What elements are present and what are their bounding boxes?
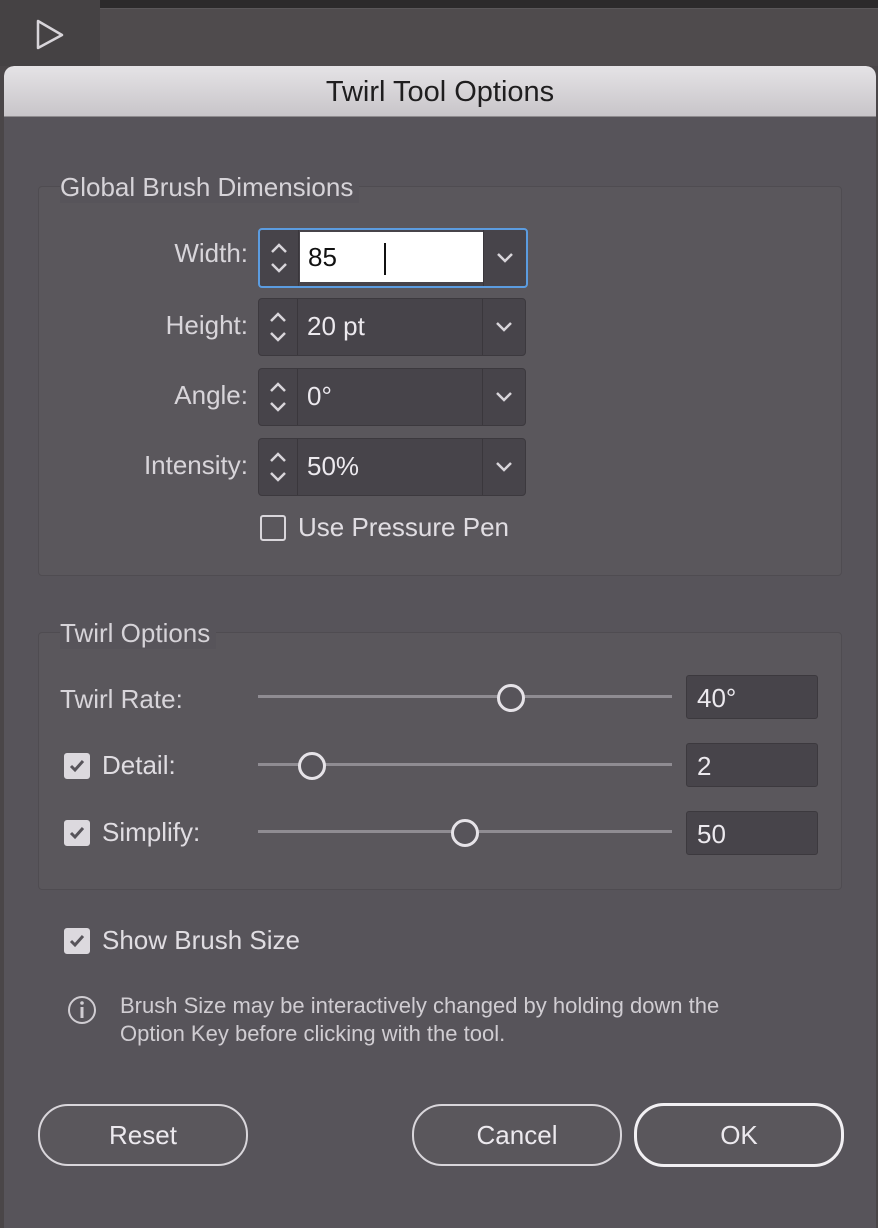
- stepper-icon: [271, 243, 287, 273]
- dialog-titlebar[interactable]: Twirl Tool Options: [4, 66, 876, 117]
- height-combo[interactable]: 20 pt: [258, 298, 526, 356]
- info-line-2: Option Key before clicking with the tool…: [120, 1021, 506, 1046]
- stepper-icon: [270, 312, 286, 342]
- height-stepper[interactable]: [259, 299, 298, 355]
- intensity-dropdown[interactable]: [482, 439, 525, 495]
- chevron-down-icon: [496, 392, 512, 402]
- simplify-checkbox[interactable]: [64, 820, 90, 846]
- angle-value[interactable]: 0°: [307, 381, 332, 412]
- tools-panel: [0, 0, 101, 66]
- twirl-rate-input[interactable]: 40°: [686, 675, 818, 719]
- twirl-rate-value: 40°: [697, 683, 737, 713]
- width-combo[interactable]: 85: [258, 228, 528, 288]
- width-stepper[interactable]: [260, 230, 299, 286]
- use-pressure-pen-checkbox[interactable]: [260, 515, 286, 541]
- chevron-down-icon: [496, 322, 512, 332]
- intensity-label: Intensity:: [143, 450, 248, 480]
- info-icon: [68, 996, 96, 1024]
- detail-slider-knob[interactable]: [297, 752, 326, 780]
- reset-button[interactable]: Reset: [38, 1104, 248, 1166]
- checkmark-icon: [69, 827, 85, 840]
- chevron-down-icon: [496, 462, 512, 472]
- angle-label: Angle:: [174, 380, 248, 410]
- global-brush-dimensions-title: Global Brush Dimensions: [60, 172, 360, 203]
- ok-button[interactable]: OK: [634, 1103, 844, 1167]
- stepper-icon: [270, 452, 286, 482]
- width-label: Width:: [174, 238, 248, 268]
- cancel-button[interactable]: Cancel: [412, 1104, 622, 1166]
- height-label: Height:: [165, 310, 248, 340]
- intensity-value[interactable]: 50%: [307, 451, 359, 482]
- dialog-title: Twirl Tool Options: [325, 76, 555, 108]
- show-brush-size-label[interactable]: Show Brush Size: [102, 925, 300, 956]
- checkmark-icon: [69, 935, 85, 948]
- text-caret: [384, 243, 386, 275]
- twirl-rate-slider-knob[interactable]: [496, 684, 525, 712]
- intensity-stepper[interactable]: [259, 439, 298, 495]
- simplify-label[interactable]: Simplify:: [102, 817, 200, 848]
- angle-stepper[interactable]: [259, 369, 298, 425]
- show-brush-size-checkbox[interactable]: [64, 928, 90, 954]
- twirl-rate-label: Twirl Rate:: [60, 684, 183, 714]
- simplify-slider-knob[interactable]: [451, 819, 479, 847]
- height-value[interactable]: 20 pt: [307, 311, 365, 342]
- detail-input[interactable]: 2: [686, 743, 818, 787]
- app-top-edge: [100, 0, 878, 9]
- detail-label[interactable]: Detail:: [102, 750, 176, 781]
- checkmark-icon: [69, 760, 85, 773]
- app-control-bar: [100, 9, 878, 66]
- width-dropdown[interactable]: [483, 230, 526, 286]
- use-pressure-pen-label[interactable]: Use Pressure Pen: [298, 512, 509, 543]
- twirl-rate-slider-track[interactable]: [258, 695, 672, 698]
- angle-dropdown[interactable]: [482, 369, 525, 425]
- simplify-input[interactable]: 50: [686, 811, 818, 855]
- simplify-value: 50: [697, 819, 726, 849]
- stepper-icon: [270, 382, 286, 412]
- detail-value: 2: [697, 751, 712, 781]
- info-line-1: Brush Size may be interactively changed …: [120, 993, 720, 1018]
- intensity-combo[interactable]: 50%: [258, 438, 526, 496]
- twirl-options-title: Twirl Options: [60, 618, 217, 649]
- width-value: 85: [308, 242, 337, 272]
- app-toolbar-area: [0, 0, 878, 66]
- chevron-down-icon: [497, 253, 513, 263]
- info-text: Brush Size may be interactively changed …: [120, 992, 840, 1048]
- detail-checkbox[interactable]: [64, 753, 90, 779]
- height-dropdown[interactable]: [482, 299, 525, 355]
- twirl-tool-options-dialog: Twirl Tool Options Global Brush Dimensio…: [4, 66, 876, 1228]
- angle-combo[interactable]: 0°: [258, 368, 526, 426]
- selection-arrow-icon[interactable]: [34, 18, 66, 52]
